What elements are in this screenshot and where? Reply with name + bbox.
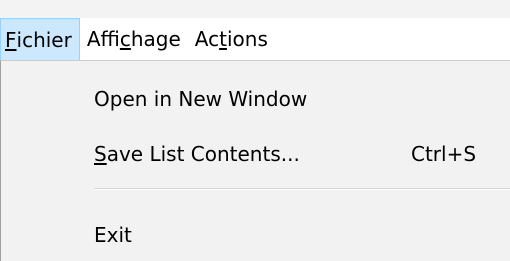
menu-affichage-mnemonic: c (119, 27, 131, 51)
menu-separator-highlight (94, 189, 510, 190)
fichier-dropdown-menu: Open in New Window Save List Contents...… (0, 60, 510, 261)
menu-affichage-label-end: hage (130, 27, 181, 51)
menu-fichier[interactable]: Fichier (0, 18, 80, 60)
menu-item-save-list-contents[interactable]: Save List Contents... Ctrl+S (1, 132, 510, 176)
menu-actions-label-end: ions (226, 27, 268, 51)
menu-fichier-label: ichier (16, 27, 72, 52)
window-top-strip (0, 0, 510, 18)
menu-actions[interactable]: Ac t ions (188, 18, 275, 60)
menu-item-exit[interactable]: Exit (1, 213, 510, 257)
menu-item-save-label: Save List Contents... (94, 142, 300, 166)
menu-item-open-label: Open in New Window (94, 87, 308, 111)
menu-actions-label-start: Ac (194, 27, 220, 51)
menu-affichage-label-start: Affi (86, 27, 120, 51)
menu-item-save-label-rest: ave List Contents... (106, 142, 300, 166)
menu-actions-mnemonic: t (219, 27, 227, 51)
menu-bar: Fichier Affi c hage Ac t ions (0, 18, 510, 60)
menu-item-save-shortcut: Ctrl+S (411, 142, 477, 166)
menu-fichier-mnemonic: F (5, 27, 17, 52)
menu-item-save-mnemonic: S (94, 142, 107, 166)
menu-item-open-in-new-window[interactable]: Open in New Window (1, 77, 510, 121)
menu-affichage[interactable]: Affi c hage (80, 18, 188, 60)
menu-item-exit-label: Exit (94, 223, 132, 247)
